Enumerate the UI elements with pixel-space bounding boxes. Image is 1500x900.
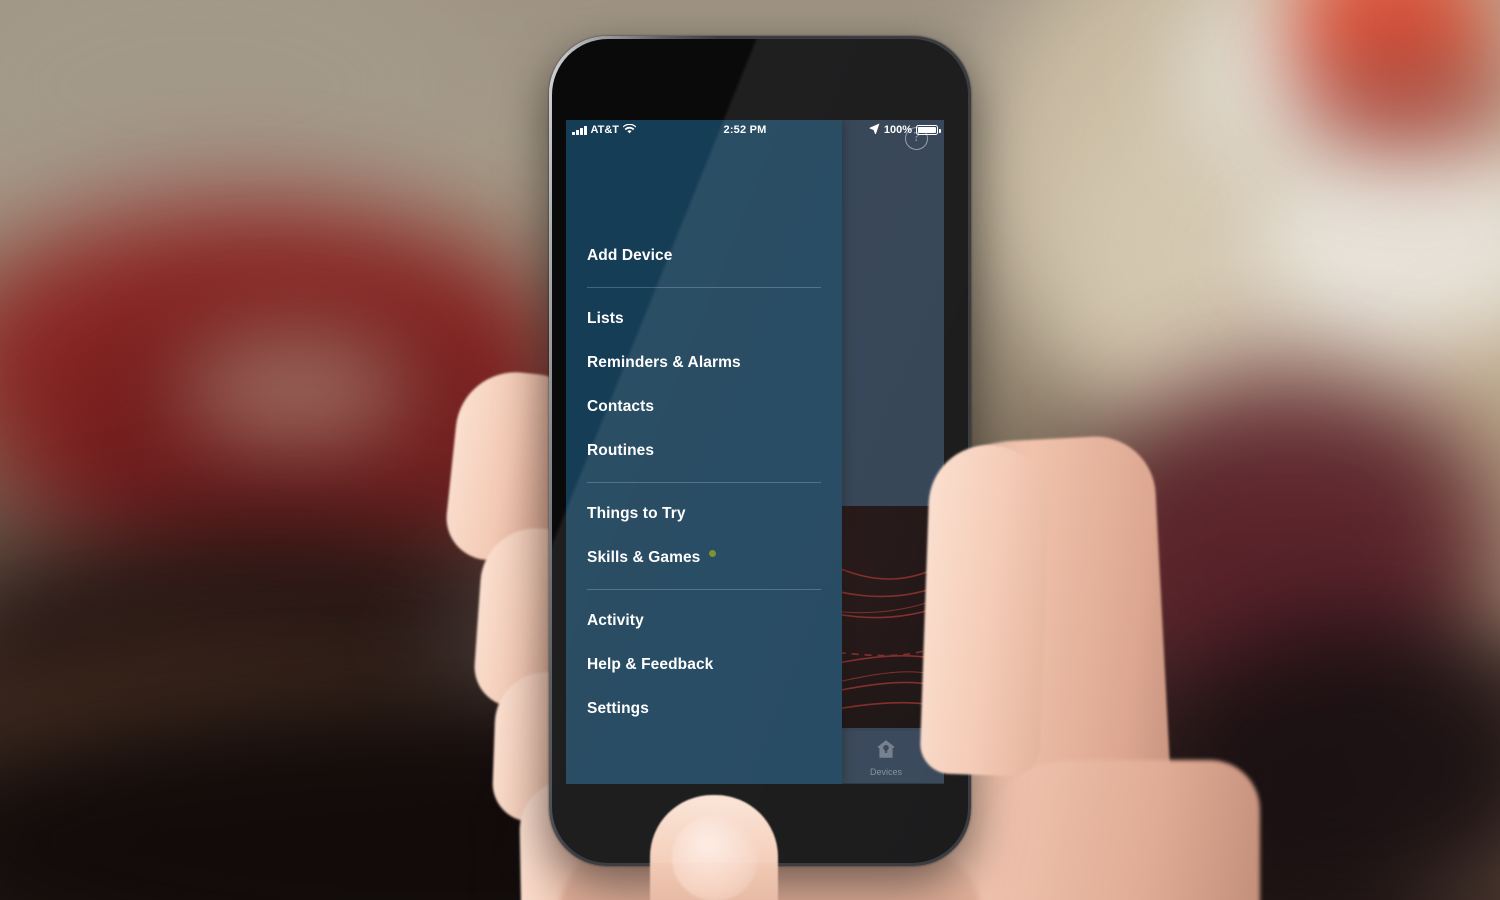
navigation-drawer: Add Device Lists Reminders & Alarms Cont… bbox=[566, 120, 842, 784]
menu-item-lists[interactable]: Lists bbox=[566, 297, 842, 341]
menu-item-label: Activity bbox=[587, 612, 644, 629]
status-bar-right: 100% bbox=[834, 123, 941, 137]
battery-percent-label: 100% bbox=[883, 124, 912, 136]
status-bar-left: AT&T bbox=[572, 123, 668, 137]
menu-item-label: Settings bbox=[587, 700, 649, 717]
menu-divider-2 bbox=[587, 482, 821, 483]
menu-item-skills-games[interactable]: Skills & Games bbox=[566, 536, 842, 580]
phone-screen: ? Night 29° bbox=[566, 120, 944, 784]
signal-bars-icon bbox=[572, 125, 587, 135]
menu-divider-1 bbox=[587, 287, 821, 288]
home-device-icon bbox=[875, 738, 897, 765]
menu-item-label: Reminders & Alarms bbox=[587, 354, 741, 371]
menu-item-label: Help & Feedback bbox=[587, 656, 714, 673]
thumbnail bbox=[672, 815, 758, 900]
menu-item-add-device[interactable]: Add Device bbox=[566, 234, 842, 278]
menu-item-label: Things to Try bbox=[587, 505, 686, 522]
phone-body: ? Night 29° bbox=[552, 39, 968, 863]
menu-item-activity[interactable]: Activity bbox=[566, 599, 842, 643]
menu-item-things-to-try[interactable]: Things to Try bbox=[566, 492, 842, 536]
status-bar-time: 2:52 PM bbox=[723, 124, 767, 136]
menu-item-help-feedback[interactable]: Help & Feedback bbox=[566, 643, 842, 687]
status-bar: AT&T 2:52 PM 100% bbox=[566, 120, 944, 140]
tab-devices-label: Devices bbox=[869, 767, 902, 777]
menu-item-label: Add Device bbox=[587, 247, 673, 264]
wrist bbox=[980, 760, 1260, 900]
wifi-icon bbox=[623, 123, 637, 137]
new-badge-dot bbox=[709, 550, 717, 557]
menu-item-label: Routines bbox=[587, 442, 655, 459]
navigation-menu: Add Device Lists Reminders & Alarms Cont… bbox=[566, 120, 842, 731]
carrier-label: AT&T bbox=[590, 124, 620, 136]
menu-item-routines[interactable]: Routines bbox=[566, 429, 842, 473]
battery-full-icon bbox=[916, 125, 941, 135]
location-arrow-icon bbox=[869, 123, 880, 137]
menu-divider-3 bbox=[587, 589, 821, 590]
menu-item-label: Skills & Games bbox=[587, 549, 701, 566]
tab-devices[interactable]: Devices bbox=[854, 738, 918, 777]
menu-item-label: Contacts bbox=[587, 398, 655, 415]
menu-item-settings[interactable]: Settings bbox=[566, 687, 842, 731]
menu-item-contacts[interactable]: Contacts bbox=[566, 385, 842, 429]
thumb-right-side bbox=[919, 443, 1051, 777]
smartphone-device: ? Night 29° bbox=[549, 36, 971, 866]
menu-item-label: Lists bbox=[587, 310, 624, 327]
menu-item-reminders-alarms[interactable]: Reminders & Alarms bbox=[566, 341, 842, 385]
